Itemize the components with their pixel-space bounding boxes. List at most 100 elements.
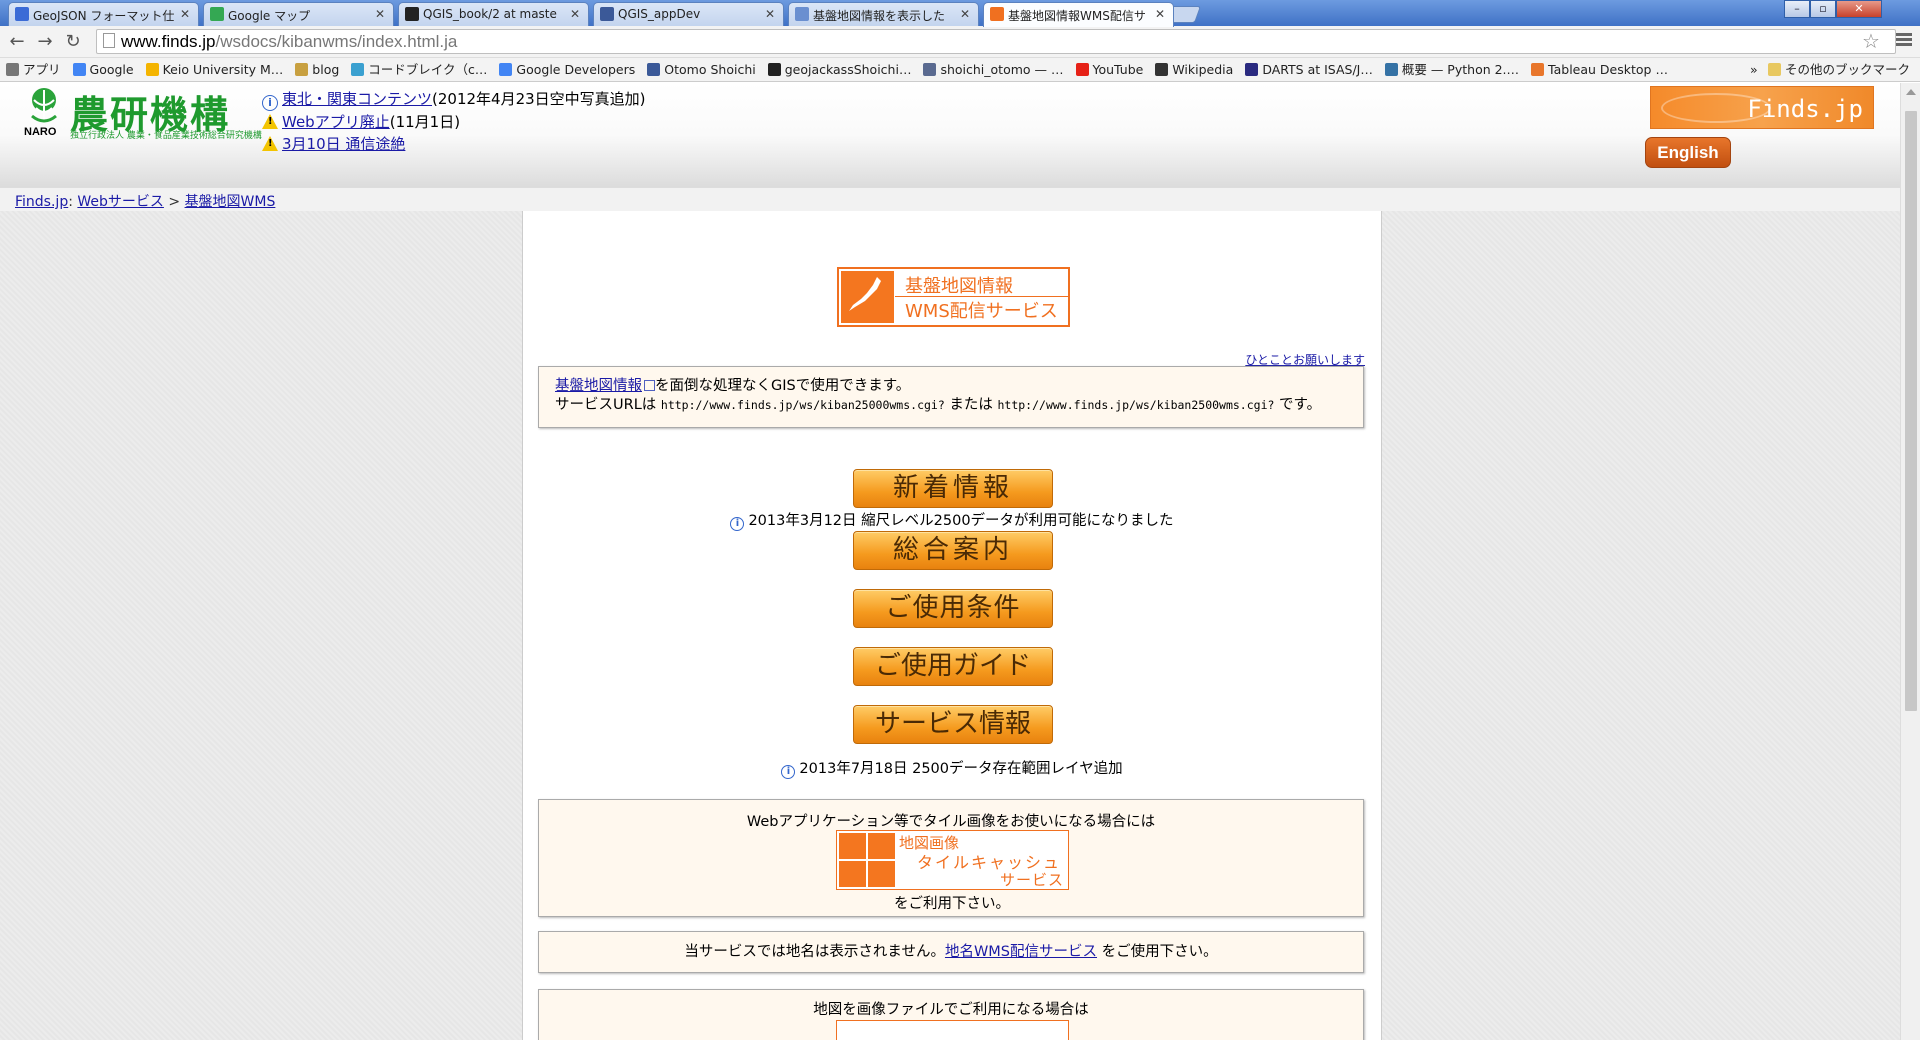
tab-favicon-icon [210, 7, 224, 21]
bookmark-item[interactable]: Wikipedia [1149, 58, 1239, 81]
bookmark-item[interactable]: DARTS at ISAS/J… [1239, 58, 1379, 81]
notice-link[interactable]: 3月10日 通信途絶 [282, 135, 405, 153]
info-icon: i [262, 95, 278, 111]
bookmarks-bar: アプリ Google Keio University M… blog コードブレイク（c… [0, 58, 1920, 82]
image-service-logo[interactable] [836, 1020, 1069, 1040]
browser-tab[interactable]: QGIS_book/2 at maste ✕ [398, 2, 589, 26]
notice-item: ! Webアプリ廃止(11月1日) [262, 111, 646, 133]
bookmark-label: YouTube [1092, 62, 1144, 77]
forward-icon[interactable]: → [34, 31, 56, 53]
tab-title: QGIS_appDev [618, 7, 701, 21]
bookmark-icon [1384, 63, 1398, 76]
tab-title: Google マップ [228, 9, 311, 23]
notice-text: (11月1日) [389, 113, 461, 131]
close-window-button[interactable]: ✕ [1836, 0, 1882, 18]
bookmark-item[interactable]: blog [289, 58, 345, 81]
reload-icon[interactable]: ↻ [62, 31, 84, 53]
bookmark-label: コードブレイク（c… [368, 62, 488, 77]
address-bar[interactable]: www.finds.jp/wsdocs/kibanwms/index.html.… [96, 29, 1896, 54]
bookmark-item[interactable]: Tableau Desktop … [1525, 58, 1674, 81]
bookmark-item[interactable]: 概要 — Python 2.… [1379, 58, 1525, 81]
bookmark-item[interactable]: Otomo Shoichi [641, 58, 761, 81]
bookmark-label: DARTS at ISAS/J… [1262, 62, 1373, 77]
placename-text: をご使用下さい。 [1097, 944, 1218, 960]
tab-close-icon[interactable]: ✕ [1155, 7, 1165, 21]
terms-button[interactable]: ご使用条件 [853, 589, 1053, 628]
english-button[interactable]: English [1645, 137, 1731, 168]
bookmark-item[interactable]: geojackassShoichi… [762, 58, 918, 81]
web-page: 農研機構 NARO 独立行政法人 農業・食品産業技術総合研究機構 i 東北・関東コ… [0, 83, 1900, 1040]
warning-icon: ! [262, 136, 278, 151]
naro-leaf-icon [31, 88, 57, 124]
breadcrumb-webservice[interactable]: Webサービス [77, 194, 164, 210]
tab-close-icon[interactable]: ✕ [180, 7, 190, 21]
intro-text: サービスURLは [555, 397, 661, 413]
tile-cache-box: Webアプリケーション等でタイル画像をお使いになる場合には 地図画像 タイルキャ… [538, 799, 1364, 917]
bookmark-item[interactable]: コードブレイク（c… [345, 58, 493, 81]
tile-intro-text: Webアプリケーション等でタイル画像をお使いになる場合には [746, 814, 1156, 830]
bookmark-icon [499, 63, 513, 76]
browser-tab[interactable]: 基盤地図情報WMS配信サ ✕ [983, 2, 1174, 27]
intro-box: 基盤地図情報 を面倒な処理なくGISで使用できます。 サービスURLは http:… [538, 366, 1364, 428]
menu-icon[interactable] [1896, 31, 1912, 49]
bookmark-icon [767, 63, 781, 76]
tab-title: GeoJSON フォーマット仕 [33, 9, 175, 23]
finds-banner[interactable]: Finds.jp [1650, 86, 1874, 129]
service-info-button[interactable]: サービス情報 [853, 705, 1053, 744]
bookmark-star-icon[interactable]: ☆ [1862, 29, 1880, 53]
intro-text: です。 [1274, 397, 1322, 413]
notice-link[interactable]: Webアプリ廃止 [282, 113, 390, 131]
bookmark-label: Google [89, 62, 134, 77]
notice-link[interactable]: 東北・関東コンテンツ [282, 90, 432, 108]
bookmark-item[interactable]: Keio University M… [140, 58, 290, 81]
bookmark-label: geojackassShoichi… [784, 62, 912, 77]
japan-map-icon [841, 271, 894, 323]
breadcrumb-finds[interactable]: Finds.jp [15, 194, 68, 210]
bookmark-item[interactable]: Google Developers [493, 58, 641, 81]
tab-title: 基盤地図情報WMS配信サ [1008, 9, 1146, 23]
breadcrumb: Finds.jp: Webサービス > 基盤地図WMS [0, 187, 1900, 211]
scroll-thumb[interactable] [1905, 111, 1917, 711]
maximize-button[interactable]: ▫ [1810, 0, 1836, 18]
bookmark-icon [6, 63, 19, 76]
tab-close-icon[interactable]: ✕ [765, 7, 775, 21]
bookmark-item[interactable]: Google [67, 58, 140, 81]
news-button[interactable]: 新着情報 [853, 469, 1053, 508]
minimize-button[interactable]: – [1784, 0, 1810, 18]
tile-grid-icon [839, 833, 895, 887]
tab-title: QGIS_book/2 at maste [423, 7, 557, 21]
bookmark-icon [1075, 63, 1089, 76]
scroll-up-arrow[interactable] [1906, 89, 1916, 95]
tab-close-icon[interactable]: ✕ [570, 7, 580, 21]
bookmark-item[interactable]: shoichi_otomo — … [917, 58, 1069, 81]
browser-tab[interactable]: QGIS_appDev ✕ [593, 2, 784, 26]
service-caption: i 2013年7月18日 2500データ存在範囲レイヤ追加 [523, 757, 1381, 779]
browser-tab[interactable]: 基盤地図情報を表示した ✕ [788, 2, 979, 26]
naro-logo[interactable]: 農研機構 NARO 独立行政法人 農業・食品産業技術総合研究機構 [22, 86, 262, 141]
intro-text: または [944, 397, 998, 413]
bookmark-label: Tableau Desktop … [1548, 62, 1668, 77]
vertical-scrollbar[interactable] [1900, 83, 1920, 1040]
bookmarks-overflow-button[interactable]: » [1744, 58, 1764, 81]
intro-text: を面倒な処理なくGISで使用できます。 [655, 378, 911, 394]
browser-tab[interactable]: Google マップ ✕ [203, 2, 394, 26]
bookmark-label: blog [312, 62, 340, 77]
kiban-info-link[interactable]: 基盤地図情報 [555, 378, 642, 394]
tab-close-icon[interactable]: ✕ [375, 7, 385, 21]
back-icon[interactable]: ← [6, 31, 28, 53]
bookmark-item[interactable]: YouTube [1070, 58, 1150, 81]
bookmark-item[interactable]: アプリ [0, 58, 67, 81]
breadcrumb-separator: > [168, 194, 181, 210]
placename-wms-link[interactable]: 地名WMS配信サービス [945, 944, 1097, 960]
tab-favicon-icon [15, 7, 29, 21]
other-bookmarks-folder[interactable]: その他のブックマーク [1762, 58, 1916, 81]
browser-tab[interactable]: GeoJSON フォーマット仕 ✕ [8, 2, 199, 26]
bookmark-label: shoichi_otomo — … [940, 62, 1064, 77]
image-intro-text: 地図を画像ファイルでご利用になる場合は [813, 1002, 1089, 1018]
guide-button[interactable]: ご使用ガイド [853, 647, 1053, 686]
tile-cache-logo[interactable]: 地図画像 タイルキャッシュ サービス [836, 830, 1069, 890]
notice-item: ! 3月10日 通信途絶 [262, 133, 646, 155]
overview-button[interactable]: 総合案内 [853, 531, 1053, 570]
breadcrumb-kibanwms[interactable]: 基盤地図WMS [185, 194, 276, 210]
tab-close-icon[interactable]: ✕ [960, 7, 970, 21]
